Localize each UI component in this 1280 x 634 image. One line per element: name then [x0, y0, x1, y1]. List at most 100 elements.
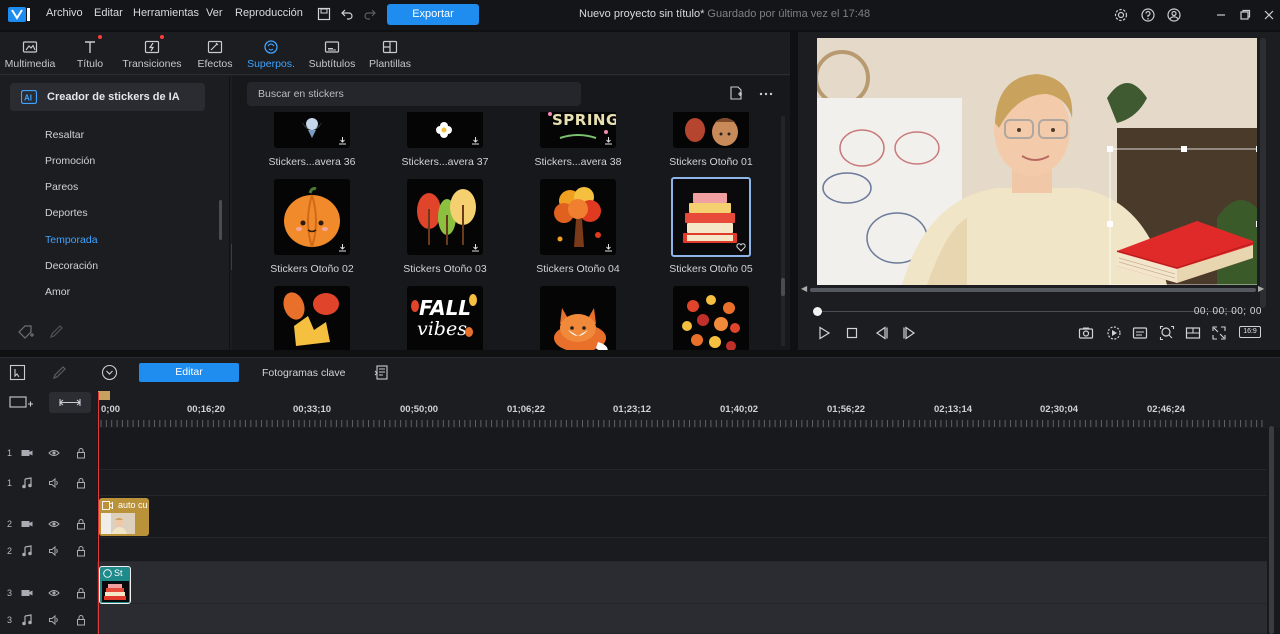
settings-gear-icon[interactable] — [1113, 7, 1129, 23]
video-track-icon[interactable] — [21, 447, 33, 459]
sticker-tile[interactable] — [407, 179, 483, 255]
sticker-tile[interactable] — [274, 286, 350, 350]
sticker-tile[interactable] — [274, 112, 350, 148]
search-stickers-input[interactable] — [247, 82, 581, 106]
tab-plantillas[interactable]: Plantillas — [369, 32, 411, 75]
visibility-eye-icon[interactable] — [48, 447, 60, 459]
visibility-eye-icon[interactable] — [48, 518, 60, 530]
sticker-grid-scrollbar[interactable] — [781, 116, 785, 346]
ai-sticker-creator-button[interactable]: AI Creador de stickers de IA — [10, 83, 205, 111]
close-icon[interactable] — [1261, 7, 1277, 23]
add-tag-icon[interactable] — [17, 324, 35, 340]
import-icon[interactable] — [728, 85, 744, 101]
audio-track-icon[interactable] — [21, 545, 33, 557]
sticker-tile[interactable] — [673, 112, 749, 148]
next-frame-icon[interactable] — [901, 325, 917, 341]
text-list-icon[interactable] — [373, 364, 390, 381]
download-icon[interactable] — [338, 136, 347, 145]
tab-superposiciones[interactable]: Superpos. — [247, 32, 295, 75]
category-deportes[interactable]: Deportes — [45, 207, 88, 219]
track-row-video[interactable] — [97, 496, 1267, 538]
download-icon[interactable] — [338, 243, 347, 252]
dropdown-circle-icon[interactable] — [101, 364, 118, 381]
sticker-tile[interactable]: FALL vibes — [407, 286, 483, 350]
tab-titulo[interactable]: Título — [70, 32, 110, 75]
menu-reproduccion[interactable]: Reproducción — [235, 7, 303, 19]
scrollbar-thumb[interactable] — [781, 278, 785, 296]
category-decoracion[interactable]: Decoración — [45, 260, 98, 272]
play-icon[interactable] — [816, 325, 832, 341]
help-icon[interactable] — [1140, 7, 1156, 23]
playhead[interactable] — [98, 392, 99, 634]
restore-icon[interactable] — [1237, 7, 1253, 23]
lock-icon[interactable] — [75, 545, 87, 557]
video-track-icon[interactable] — [21, 587, 33, 599]
track-row-video[interactable] — [97, 430, 1267, 470]
edit-button[interactable]: Editar — [139, 363, 239, 382]
menu-herramientas[interactable]: Herramientas — [133, 7, 199, 19]
category-promocion[interactable]: Promoción — [45, 155, 95, 167]
playhead-marker-icon[interactable] — [98, 391, 110, 400]
category-resaltar[interactable]: Resaltar — [45, 129, 84, 141]
preview-video-frame[interactable] — [817, 38, 1257, 285]
subtitles-toggle-icon[interactable] — [1132, 325, 1148, 341]
keyframes-button[interactable]: Fotogramas clave — [262, 367, 345, 379]
preview-quality-icon[interactable] — [1106, 325, 1122, 341]
lock-icon[interactable] — [75, 447, 87, 459]
menu-archivo[interactable]: Archivo — [46, 7, 83, 19]
sticker-tile[interactable] — [673, 286, 749, 350]
video-clip[interactable]: auto cu — [99, 498, 149, 536]
speaker-icon[interactable] — [48, 545, 60, 557]
timeline-ruler[interactable] — [97, 386, 1280, 428]
snapshot-camera-icon[interactable] — [1078, 325, 1094, 341]
favorite-heart-icon[interactable] — [736, 243, 746, 252]
select-tool-icon[interactable] — [9, 364, 26, 381]
audio-track-icon[interactable] — [21, 614, 33, 626]
video-track-icon[interactable] — [21, 518, 33, 530]
account-icon[interactable] — [1166, 7, 1182, 23]
track-row-video[interactable] — [97, 562, 1267, 604]
playback-slider-handle[interactable] — [813, 307, 822, 316]
more-options-icon[interactable] — [758, 85, 774, 101]
previous-frame-icon[interactable] — [874, 325, 890, 341]
tab-transiciones[interactable]: Transiciones — [122, 32, 182, 75]
fit-timeline-button[interactable] — [49, 392, 91, 413]
edit-pen-icon[interactable] — [51, 364, 68, 381]
zoom-preview-icon[interactable] — [1159, 325, 1175, 341]
tab-subtitulos[interactable]: Subtítulos — [309, 32, 355, 75]
category-amor[interactable]: Amor — [45, 286, 70, 298]
download-icon[interactable] — [604, 243, 613, 252]
sticker-tile[interactable] — [540, 179, 616, 255]
audio-track-icon[interactable] — [21, 477, 33, 489]
edit-tag-icon[interactable] — [48, 324, 66, 340]
lock-icon[interactable] — [75, 518, 87, 530]
track-row-audio[interactable] — [97, 470, 1267, 496]
sidebar-scrollbar[interactable] — [219, 200, 222, 240]
lock-icon[interactable] — [75, 614, 87, 626]
sticker-clip[interactable]: St — [99, 566, 131, 604]
add-track-icon[interactable] — [8, 394, 34, 410]
undo-icon[interactable] — [340, 7, 354, 21]
aspect-ratio-button[interactable]: 16:9 — [1239, 326, 1261, 338]
timeline-scrollbar[interactable] — [1269, 426, 1274, 634]
sticker-tile[interactable] — [274, 179, 350, 255]
minimize-icon[interactable] — [1213, 7, 1229, 23]
download-icon[interactable] — [604, 136, 613, 145]
track-row-audio[interactable] — [97, 538, 1267, 562]
sticker-tile[interactable] — [407, 112, 483, 148]
scroll-left-icon[interactable]: ◀ — [801, 284, 809, 294]
category-pareos[interactable]: Pareos — [45, 181, 78, 193]
download-icon[interactable] — [471, 136, 480, 145]
speaker-icon[interactable] — [48, 614, 60, 626]
lock-icon[interactable] — [75, 587, 87, 599]
visibility-eye-icon[interactable] — [48, 587, 60, 599]
menu-editar[interactable]: Editar — [94, 7, 123, 19]
category-temporada[interactable]: Temporada — [45, 234, 98, 246]
lock-icon[interactable] — [75, 477, 87, 489]
stop-icon[interactable] — [844, 325, 860, 341]
tab-efectos[interactable]: Efectos — [195, 32, 235, 75]
download-icon[interactable] — [471, 243, 480, 252]
track-row-audio[interactable] — [97, 604, 1267, 634]
scroll-right-icon[interactable]: ▶ — [1258, 284, 1266, 294]
horizontal-scrollbar[interactable] — [810, 288, 1256, 292]
